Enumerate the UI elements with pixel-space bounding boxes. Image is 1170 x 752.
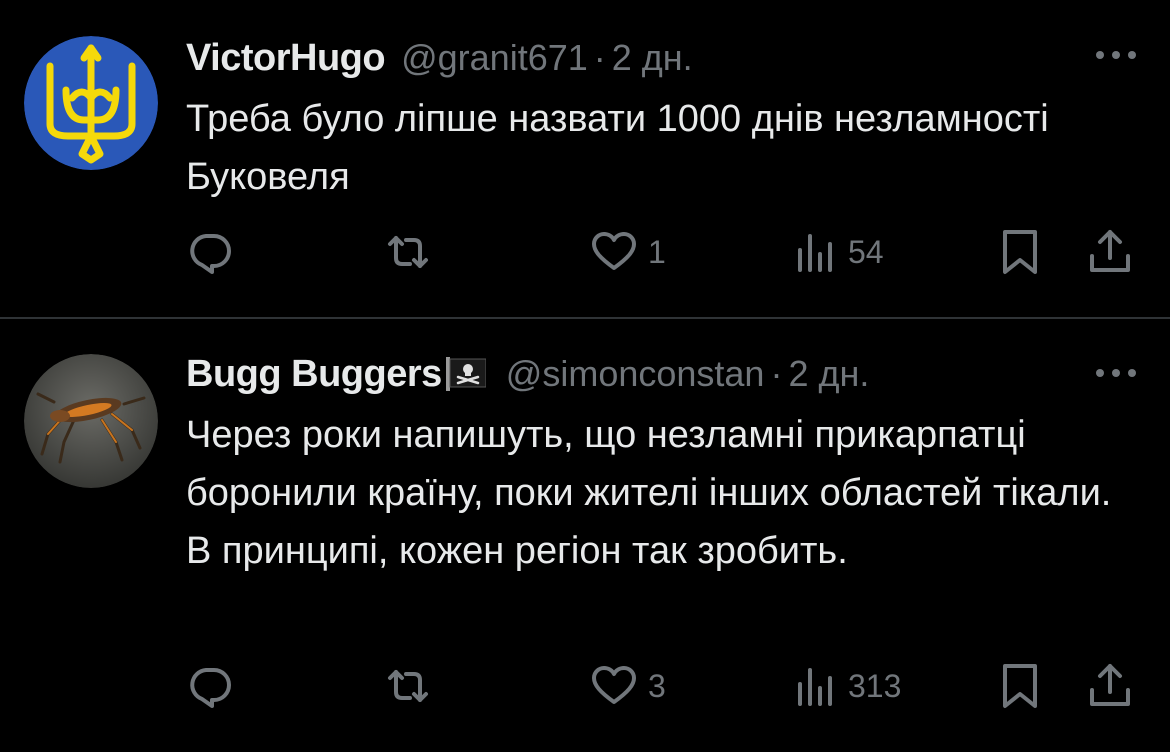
views-count: 313 (848, 667, 902, 704)
avatar[interactable] (24, 36, 158, 170)
like-count: 3 (648, 667, 666, 704)
like-button[interactable]: 1 (590, 226, 666, 278)
bookmark-button[interactable] (996, 660, 1044, 712)
retweet-button[interactable] (384, 226, 432, 278)
heart-icon (592, 232, 636, 270)
tweet-header: Bugg Buggers @simonconstan · 2 дн. (186, 350, 869, 398)
action-bar: 3 313 (186, 660, 1146, 712)
display-name[interactable]: VictorHugo (186, 37, 386, 80)
more-icon[interactable] (1092, 363, 1140, 383)
views-icon (798, 234, 832, 272)
timestamp[interactable]: 2 дн. (788, 353, 869, 395)
bookmark-icon (1003, 664, 1037, 708)
tweet-text: Через роки напишуть, що незламні прикарп… (186, 414, 1112, 572)
views-icon (798, 668, 832, 706)
ukrainian-trident-avatar (24, 36, 158, 170)
retweet-icon (388, 670, 428, 702)
views-button[interactable]: 54 (790, 226, 884, 278)
alien-bug-avatar (24, 354, 158, 488)
like-count: 1 (648, 233, 666, 270)
reply-button[interactable] (186, 226, 234, 278)
separator: · (593, 37, 606, 78)
share-icon (1090, 664, 1130, 706)
views-button[interactable]: 313 (790, 660, 901, 712)
action-bar: 1 54 (186, 226, 1146, 278)
timestamp[interactable]: 2 дн. (612, 37, 693, 79)
share-button[interactable] (1086, 660, 1134, 712)
retweet-icon (388, 236, 428, 268)
tweet[interactable]: Bugg Buggers @simonconstan · 2 дн. Через… (0, 320, 1170, 752)
handle[interactable]: @granit671 (401, 37, 588, 79)
reply-icon (190, 234, 231, 274)
retweet-button[interactable] (384, 660, 432, 712)
reply-icon (190, 668, 231, 708)
avatar[interactable] (24, 354, 158, 488)
handle[interactable]: @simonconstan (506, 353, 765, 395)
tweet-header: VictorHugo @granit671 · 2 дн. (186, 34, 693, 82)
reply-button[interactable] (186, 660, 234, 712)
views-count: 54 (848, 233, 884, 270)
pirate-flag-icon (445, 357, 486, 391)
more-icon[interactable] (1092, 45, 1140, 65)
tweet[interactable]: VictorHugo @granit671 · 2 дн. Треба було… (0, 0, 1170, 318)
bookmark-icon (1003, 230, 1037, 274)
share-icon (1090, 230, 1130, 272)
share-button[interactable] (1086, 226, 1134, 278)
separator: · (770, 353, 783, 394)
heart-icon (592, 666, 636, 704)
tweet-divider (0, 317, 1170, 319)
display-name[interactable]: Bugg Buggers (186, 353, 442, 396)
bookmark-button[interactable] (996, 226, 1044, 278)
tweet-text: Треба було ліпше назвати 1000 днів незла… (186, 98, 1049, 198)
like-button[interactable]: 3 (590, 660, 666, 712)
